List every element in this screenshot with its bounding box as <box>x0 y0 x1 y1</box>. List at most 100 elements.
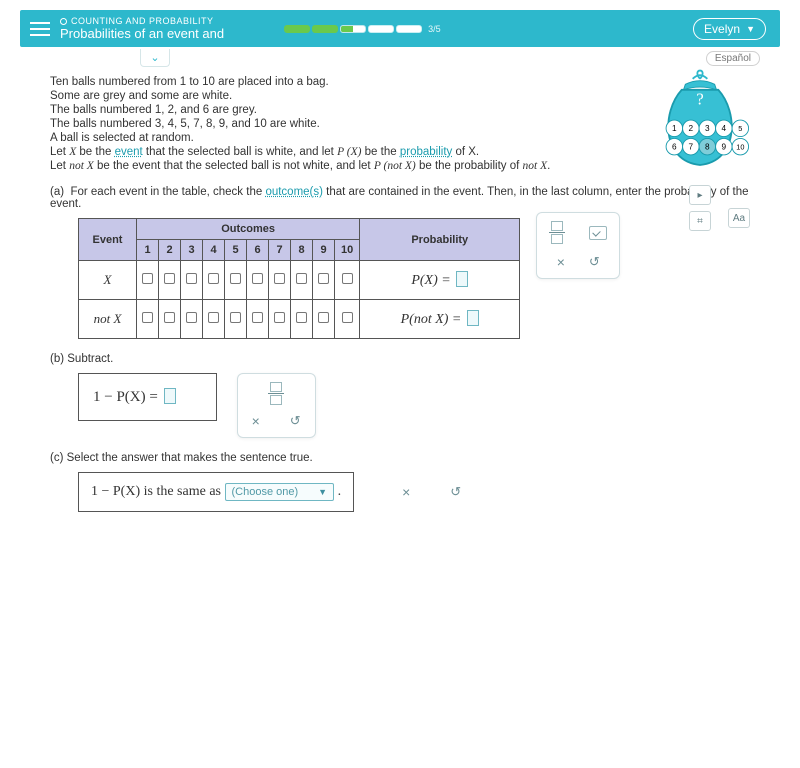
user-name: Evelyn <box>704 22 740 36</box>
chevron-down-icon: ▼ <box>746 24 755 34</box>
progress-seg <box>312 25 338 33</box>
outcome-checkbox[interactable] <box>164 273 175 284</box>
th-col: 9 <box>313 240 335 261</box>
part-c: (c) Select the answer that makes the sen… <box>50 452 750 512</box>
lesson-header: COUNTING AND PROBABILITY Probabilities o… <box>20 10 780 47</box>
keypad-button[interactable]: ⌗ <box>689 211 711 231</box>
glossary-link-outcomes[interactable]: outcome(s) <box>265 186 323 198</box>
outcome-checkbox[interactable] <box>142 312 153 323</box>
svg-text:4: 4 <box>722 124 727 133</box>
svg-text:6: 6 <box>672 142 677 151</box>
outcome-checkbox[interactable] <box>342 273 353 284</box>
glossary-link-event[interactable]: event <box>115 146 143 158</box>
th-col: 4 <box>203 240 225 261</box>
outcome-checkbox[interactable] <box>186 312 197 323</box>
outcome-checkbox[interactable] <box>230 273 241 284</box>
th-event: Event <box>79 219 137 261</box>
probability-cell: P(not X) = <box>360 300 520 339</box>
outcomes-table: Event Outcomes Probability 1 2 3 4 5 6 7… <box>78 218 520 339</box>
math-toolbox: × ↺ <box>536 212 620 279</box>
hamburger-menu-icon[interactable] <box>30 22 50 36</box>
outcome-checkbox[interactable] <box>252 312 263 323</box>
outcome-checkbox[interactable] <box>186 273 197 284</box>
play-button[interactable]: ▸ <box>689 185 711 205</box>
th-col: 1 <box>137 240 159 261</box>
dropdown-placeholder: (Choose one) <box>232 486 299 498</box>
part-b: (b) Subtract. 1 − P(X) = × ↺ <box>50 353 750 438</box>
reset-button[interactable]: ↺ <box>450 484 461 500</box>
clear-button[interactable]: × <box>557 254 565 270</box>
svg-text:2: 2 <box>689 124 694 133</box>
answer-input[interactable] <box>467 310 479 326</box>
svg-text:7: 7 <box>689 142 694 151</box>
th-col: 10 <box>335 240 360 261</box>
outcome-checkbox[interactable] <box>208 273 219 284</box>
math-toolbox: × ↺ <box>382 478 481 506</box>
outcome-checkbox[interactable] <box>318 273 329 284</box>
bag-illustration: ? 1 2 3 4 5 6 7 8 9 10 ▸ ⌗ <box>640 66 760 231</box>
answer-input[interactable] <box>456 271 468 287</box>
language-toggle[interactable]: Español <box>706 51 760 66</box>
part-c-prompt: (c) Select the answer that makes the sen… <box>50 452 750 464</box>
event-label: not X <box>79 300 137 339</box>
category-dot-icon <box>60 18 67 25</box>
outcome-checkbox[interactable] <box>142 273 153 284</box>
progress-seg <box>368 25 394 33</box>
outcome-checkbox[interactable] <box>318 312 329 323</box>
svg-text:10: 10 <box>736 142 744 151</box>
table-row-x: X P(X) = <box>79 261 520 300</box>
answer-dropdown[interactable]: (Choose one) ▼ <box>225 483 335 501</box>
outcome-checkbox[interactable] <box>274 273 285 284</box>
th-col: 6 <box>247 240 269 261</box>
equation-box: 1 − P(X) = <box>78 373 217 421</box>
outcome-checkbox[interactable] <box>164 312 175 323</box>
fraction-tool-icon[interactable] <box>268 382 284 405</box>
reset-button[interactable]: ↺ <box>589 254 600 270</box>
svg-text:8: 8 <box>705 142 710 151</box>
lesson-title: Probabilities of an event and <box>60 26 224 41</box>
lesson-category: COUNTING AND PROBABILITY <box>60 16 224 26</box>
category-text: COUNTING AND PROBABILITY <box>71 16 214 26</box>
th-col: 7 <box>269 240 291 261</box>
outcome-checkbox[interactable] <box>230 312 241 323</box>
outcome-checkbox[interactable] <box>342 312 353 323</box>
part-b-prompt: (b) Subtract. <box>50 353 750 365</box>
chevron-down-icon: ▼ <box>318 487 327 497</box>
svg-text:?: ? <box>696 90 703 109</box>
math-toolbox: × ↺ <box>237 373 316 438</box>
svg-text:9: 9 <box>722 142 727 151</box>
header-titles: COUNTING AND PROBABILITY Probabilities o… <box>60 16 224 41</box>
outcome-checkbox[interactable] <box>208 312 219 323</box>
check-tool-icon[interactable] <box>589 226 607 240</box>
svg-text:3: 3 <box>705 124 710 133</box>
th-col: 2 <box>159 240 181 261</box>
progress-seg <box>340 25 366 33</box>
th-col: 5 <box>225 240 247 261</box>
clear-button[interactable]: × <box>252 413 260 429</box>
answer-input[interactable] <box>164 388 176 404</box>
table-row-notx: not X P(not X) = <box>79 300 520 339</box>
progress-seg <box>284 25 310 33</box>
progress-seg <box>396 25 422 33</box>
sentence-box: 1 − P(X) is the same as (Choose one) ▼ . <box>78 472 354 512</box>
glossary-link-probability[interactable]: probability <box>400 146 452 158</box>
reset-button[interactable]: ↺ <box>290 413 301 429</box>
outcome-checkbox[interactable] <box>296 312 307 323</box>
outcome-checkbox[interactable] <box>274 312 285 323</box>
outcome-checkbox[interactable] <box>296 273 307 284</box>
user-menu[interactable]: Evelyn ▼ <box>693 18 766 40</box>
svg-text:5: 5 <box>738 124 742 133</box>
event-label: X <box>79 261 137 300</box>
th-probability: Probability <box>360 219 520 261</box>
bag-svg-icon: ? 1 2 3 4 5 6 7 8 9 10 <box>645 66 755 176</box>
th-col: 8 <box>291 240 313 261</box>
probability-cell: P(X) = <box>360 261 520 300</box>
expand-chevron-down-icon[interactable]: ⌄ <box>140 49 170 67</box>
progress-bar: 3/5 <box>284 24 441 34</box>
progress-text: 3/5 <box>428 24 441 34</box>
svg-text:1: 1 <box>672 124 677 133</box>
clear-button[interactable]: × <box>402 484 410 500</box>
th-outcomes: Outcomes <box>137 219 360 240</box>
fraction-tool-icon[interactable] <box>549 221 565 244</box>
outcome-checkbox[interactable] <box>252 273 263 284</box>
